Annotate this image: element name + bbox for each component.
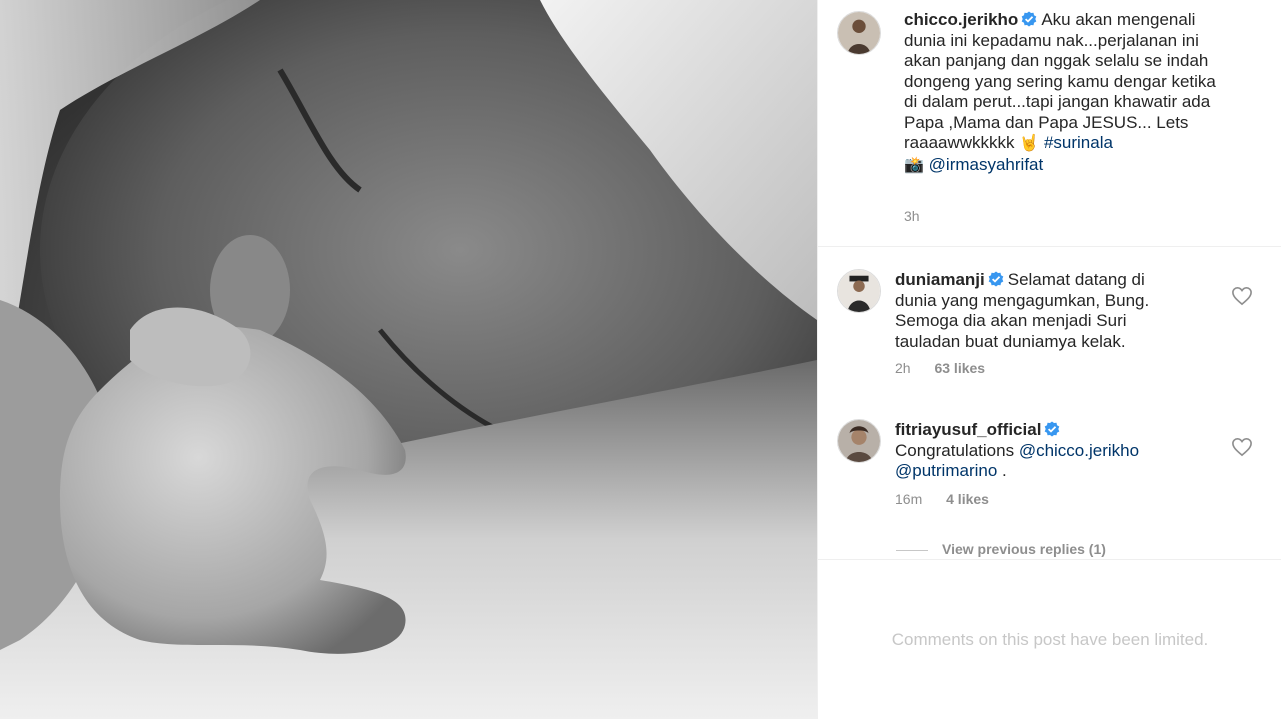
comment-1-time: 2h [895, 360, 911, 376]
author-username[interactable]: chicco.jerikho [904, 10, 1018, 29]
comment-1-likes[interactable]: 63 likes [934, 360, 985, 376]
comment-1-meta: 2h 63 likes [895, 360, 1005, 376]
instagram-post-view: chicco.jerikho Aku akan mengenali dunia i… [0, 0, 1281, 719]
rock-hand-emoji: 🤘 [1019, 135, 1040, 152]
replies-line-divider [896, 549, 928, 551]
commenter-avatar[interactable] [837, 419, 881, 463]
comment-2-meta: 16m 4 likes [895, 491, 1009, 507]
newborn-photo-illustration [0, 0, 817, 719]
photo-credit-mention[interactable]: @irmasyahrifat [929, 155, 1044, 174]
view-replies-label[interactable]: View previous replies (1) [942, 541, 1106, 557]
comment-2-text: Congratulations [895, 440, 1015, 460]
comments-limited-notice: Comments on this post have been limited. [891, 630, 1209, 649]
camera-emoji: 📸 [904, 156, 924, 174]
comment-2-likes[interactable]: 4 likes [946, 491, 989, 507]
avatar-image-icon [838, 420, 880, 462]
comments-panel: chicco.jerikho Aku akan mengenali dunia i… [817, 0, 1281, 719]
caption-text: Aku akan mengenali dunia ini kepadamu na… [904, 10, 1216, 152]
like-heart-icon[interactable] [1231, 437, 1253, 457]
mention-chicco[interactable]: @chicco.jerikho [1019, 441, 1139, 460]
comment-1-username[interactable]: duniamanji [895, 270, 985, 289]
post-time-text: 3h [904, 208, 920, 224]
comment-1: duniamanji Selamat datang di dunia yang m… [895, 270, 1185, 352]
verified-badge-icon [988, 271, 1004, 287]
avatar-image-icon [838, 12, 880, 54]
verified-badge-icon [1045, 421, 1060, 437]
comment-2-time: 16m [895, 491, 923, 507]
like-heart-icon[interactable] [1231, 286, 1253, 306]
post-photo[interactable] [0, 0, 817, 719]
author-avatar[interactable] [837, 11, 881, 55]
verified-badge-icon [1022, 11, 1037, 27]
post-caption: chicco.jerikho Aku akan mengenali dunia i… [904, 10, 1224, 176]
caption-divider [818, 246, 1281, 247]
avatar-image-icon [838, 270, 880, 312]
view-previous-replies-button[interactable]: View previous replies (1) [896, 541, 1106, 557]
comment-2-username[interactable]: fitriayusuf_official [895, 420, 1041, 439]
hashtag-link[interactable]: #surinala [1044, 133, 1113, 152]
commenter-avatar[interactable] [837, 269, 881, 313]
mention-putrimarino[interactable]: @putrimarino [895, 461, 997, 480]
post-time: 3h [904, 208, 940, 224]
comment-2: fitriayusuf_official Congratulations @ch… [895, 420, 1195, 482]
comments-divider [818, 559, 1281, 560]
comment-2-suffix: . [997, 461, 1007, 480]
